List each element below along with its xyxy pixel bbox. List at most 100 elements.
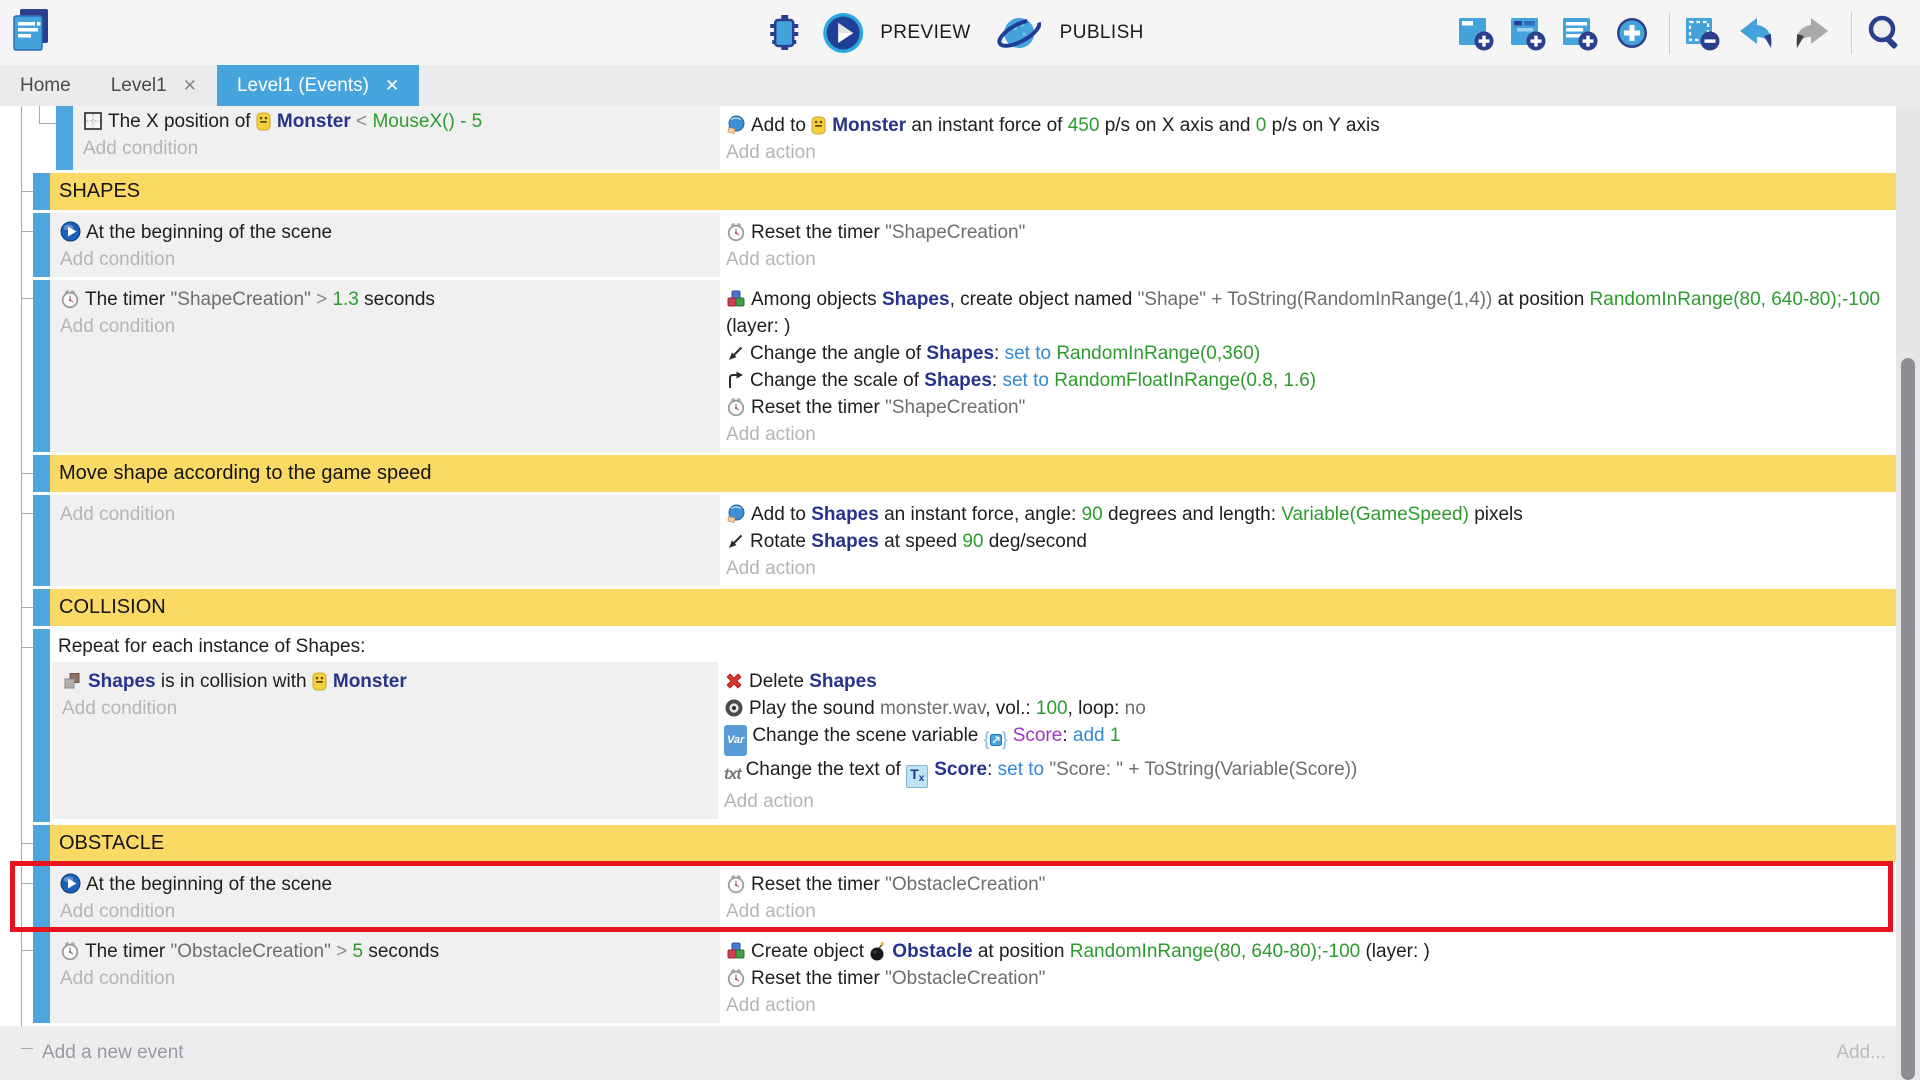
action-line[interactable]: Reset the timer "ObstacleCreation"	[722, 871, 1896, 898]
highlighted-event: At the beginning of the sceneAdd conditi…	[33, 865, 1896, 929]
angle-icon	[726, 532, 745, 551]
text-segment: 450	[1068, 115, 1100, 136]
event-color-bar[interactable]	[33, 495, 50, 586]
text-segment: 5	[352, 941, 363, 962]
create-icon	[726, 289, 746, 309]
action-line[interactable]: Among objects Shapes, create object name…	[722, 286, 1896, 340]
add-condition-button[interactable]: Add condition	[73, 135, 720, 162]
text-segment: monster.wav	[880, 698, 985, 719]
text-segment: :	[1062, 725, 1073, 746]
text-segment: set to	[998, 759, 1050, 780]
text-segment: , create object named	[950, 289, 1138, 310]
action-line[interactable]: Delete Shapes	[720, 668, 1896, 695]
event-color-bar[interactable]	[33, 825, 50, 862]
event-color-bar[interactable]	[33, 629, 50, 822]
add-condition-button[interactable]: Add condition	[50, 898, 720, 925]
action-line[interactable]: Add to Shapes an instant force, angle: 9…	[722, 501, 1896, 528]
actions-column: Delete ShapesPlay the sound monster.wav,…	[720, 662, 1896, 819]
add-action-button[interactable]: Add action	[722, 992, 1896, 1019]
add-action-button[interactable]: Add action	[722, 898, 1896, 925]
undo-icon[interactable]	[1735, 14, 1777, 52]
text-segment: Variable(GameSpeed)	[1281, 504, 1469, 525]
text-segment: :	[987, 759, 998, 780]
add-subevent-icon[interactable]	[1509, 14, 1547, 52]
add-action-button[interactable]: Add action	[722, 421, 1896, 448]
condition-line[interactable]: The X position of Monster < MouseX() - 5	[73, 108, 720, 135]
event-color-bar[interactable]	[33, 455, 50, 492]
actions-column: Add to Monster an instant force of 450 p…	[722, 106, 1896, 170]
action-line[interactable]: Reset the timer "ShapeCreation"	[722, 394, 1896, 421]
text-segment: The timer	[85, 289, 171, 310]
add-action-button[interactable]: Add action	[722, 246, 1896, 273]
add-condition-button[interactable]: Add condition	[50, 246, 720, 273]
event-sheet-footer: Add a new event Add...	[0, 1026, 1896, 1080]
tab-home[interactable]: Home	[0, 65, 91, 106]
action-line[interactable]: Reset the timer "ShapeCreation"	[722, 219, 1896, 246]
condition-line[interactable]: At the beginning of the scene	[50, 219, 720, 246]
search-icon[interactable]	[1865, 13, 1905, 53]
add-action-button[interactable]: Add action	[722, 555, 1896, 582]
tab-level1[interactable]: Level1 ✕	[91, 65, 217, 106]
text-segment: The X position of	[108, 111, 256, 132]
x-position-icon	[83, 111, 103, 131]
condition-line[interactable]: The timer "ShapeCreation" > 1.3 seconds	[50, 286, 720, 313]
text-segment: Play the sound	[749, 698, 880, 719]
event-color-bar[interactable]	[33, 932, 50, 1023]
group-header[interactable]: Move shape according to the game speed	[50, 455, 1896, 492]
tab-level1-events[interactable]: Level1 (Events) ✕	[217, 65, 419, 106]
action-line[interactable]: VarChange the scene variable {}Score: ad…	[720, 722, 1896, 756]
group-header[interactable]: OBSTACLE	[50, 825, 1896, 862]
add-condition-button[interactable]: Add condition	[50, 313, 720, 340]
add-condition-button[interactable]: Add condition	[50, 965, 720, 992]
event-color-bar[interactable]	[33, 213, 50, 277]
condition-line[interactable]: At the beginning of the scene	[50, 871, 720, 898]
event-color-bar[interactable]	[33, 280, 50, 452]
delete-icon	[724, 671, 744, 691]
globe-icon[interactable]	[995, 10, 1045, 56]
text-segment: "ShapeCreation"	[885, 222, 1025, 243]
text-segment: set to	[1005, 343, 1057, 364]
preview-button[interactable]: PREVIEW	[880, 22, 970, 44]
text-segment: Monster	[832, 115, 906, 136]
group-header[interactable]: COLLISION	[50, 589, 1896, 626]
event-color-bar[interactable]	[33, 173, 50, 210]
condition-line[interactable]: Shapes is in collision with Monster	[52, 668, 718, 695]
action-line[interactable]: Change the scale of Shapes: set to Rando…	[722, 367, 1896, 394]
action-line[interactable]: Add to Monster an instant force of 450 p…	[722, 112, 1896, 139]
vertical-scrollbar[interactable]	[1896, 106, 1920, 1080]
text-segment: Score	[934, 759, 987, 780]
action-line[interactable]: txtChange the text of TxScore: set to "S…	[720, 756, 1896, 788]
close-tab-icon[interactable]: ✕	[183, 76, 197, 96]
event-color-bar[interactable]	[33, 589, 50, 626]
event-color-bar[interactable]	[56, 106, 73, 170]
scrollbar-thumb[interactable]	[1901, 358, 1915, 1080]
play-icon[interactable]	[821, 11, 865, 55]
action-line[interactable]: Play the sound monster.wav, vol.: 100, l…	[720, 695, 1896, 722]
action-line[interactable]: Create object Obstacle at position Rando…	[722, 938, 1896, 965]
add-event-icon[interactable]	[1457, 14, 1495, 52]
repeat-header[interactable]: Repeat for each instance of Shapes:	[50, 629, 1896, 662]
redo-icon[interactable]	[1791, 14, 1833, 52]
condition-line[interactable]: The timer "ObstacleCreation" > 5 seconds	[50, 938, 720, 965]
remove-event-icon[interactable]	[1683, 14, 1721, 52]
add-action-button[interactable]: Add action	[720, 788, 1896, 815]
add-button[interactable]: Add...	[1836, 1042, 1886, 1064]
close-tab-icon[interactable]: ✕	[385, 76, 399, 96]
text-segment: Delete	[749, 671, 809, 692]
debug-icon[interactable]	[762, 10, 806, 56]
add-action-button[interactable]: Add action	[722, 139, 1896, 166]
action-line[interactable]: Reset the timer "ObstacleCreation"	[722, 965, 1896, 992]
action-line[interactable]: Rotate Shapes at speed 90 deg/second	[722, 528, 1896, 555]
action-line[interactable]: Change the angle of Shapes: set to Rando…	[722, 340, 1896, 367]
event-color-bar[interactable]	[33, 865, 50, 929]
text-segment: RandomFloatInRange(0.8, 1.6)	[1054, 370, 1316, 391]
add-comment-icon[interactable]	[1561, 14, 1599, 52]
add-condition-button[interactable]: Add condition	[50, 501, 720, 528]
add-condition-button[interactable]: Add condition	[52, 695, 718, 722]
group-header[interactable]: SHAPES	[50, 173, 1896, 210]
text-segment: Reset the timer	[751, 397, 885, 418]
add-circle-icon[interactable]	[1613, 14, 1651, 52]
publish-button[interactable]: PUBLISH	[1060, 22, 1144, 44]
toolbar-divider	[1851, 12, 1852, 54]
add-new-event-button[interactable]: Add a new event	[42, 1042, 184, 1064]
